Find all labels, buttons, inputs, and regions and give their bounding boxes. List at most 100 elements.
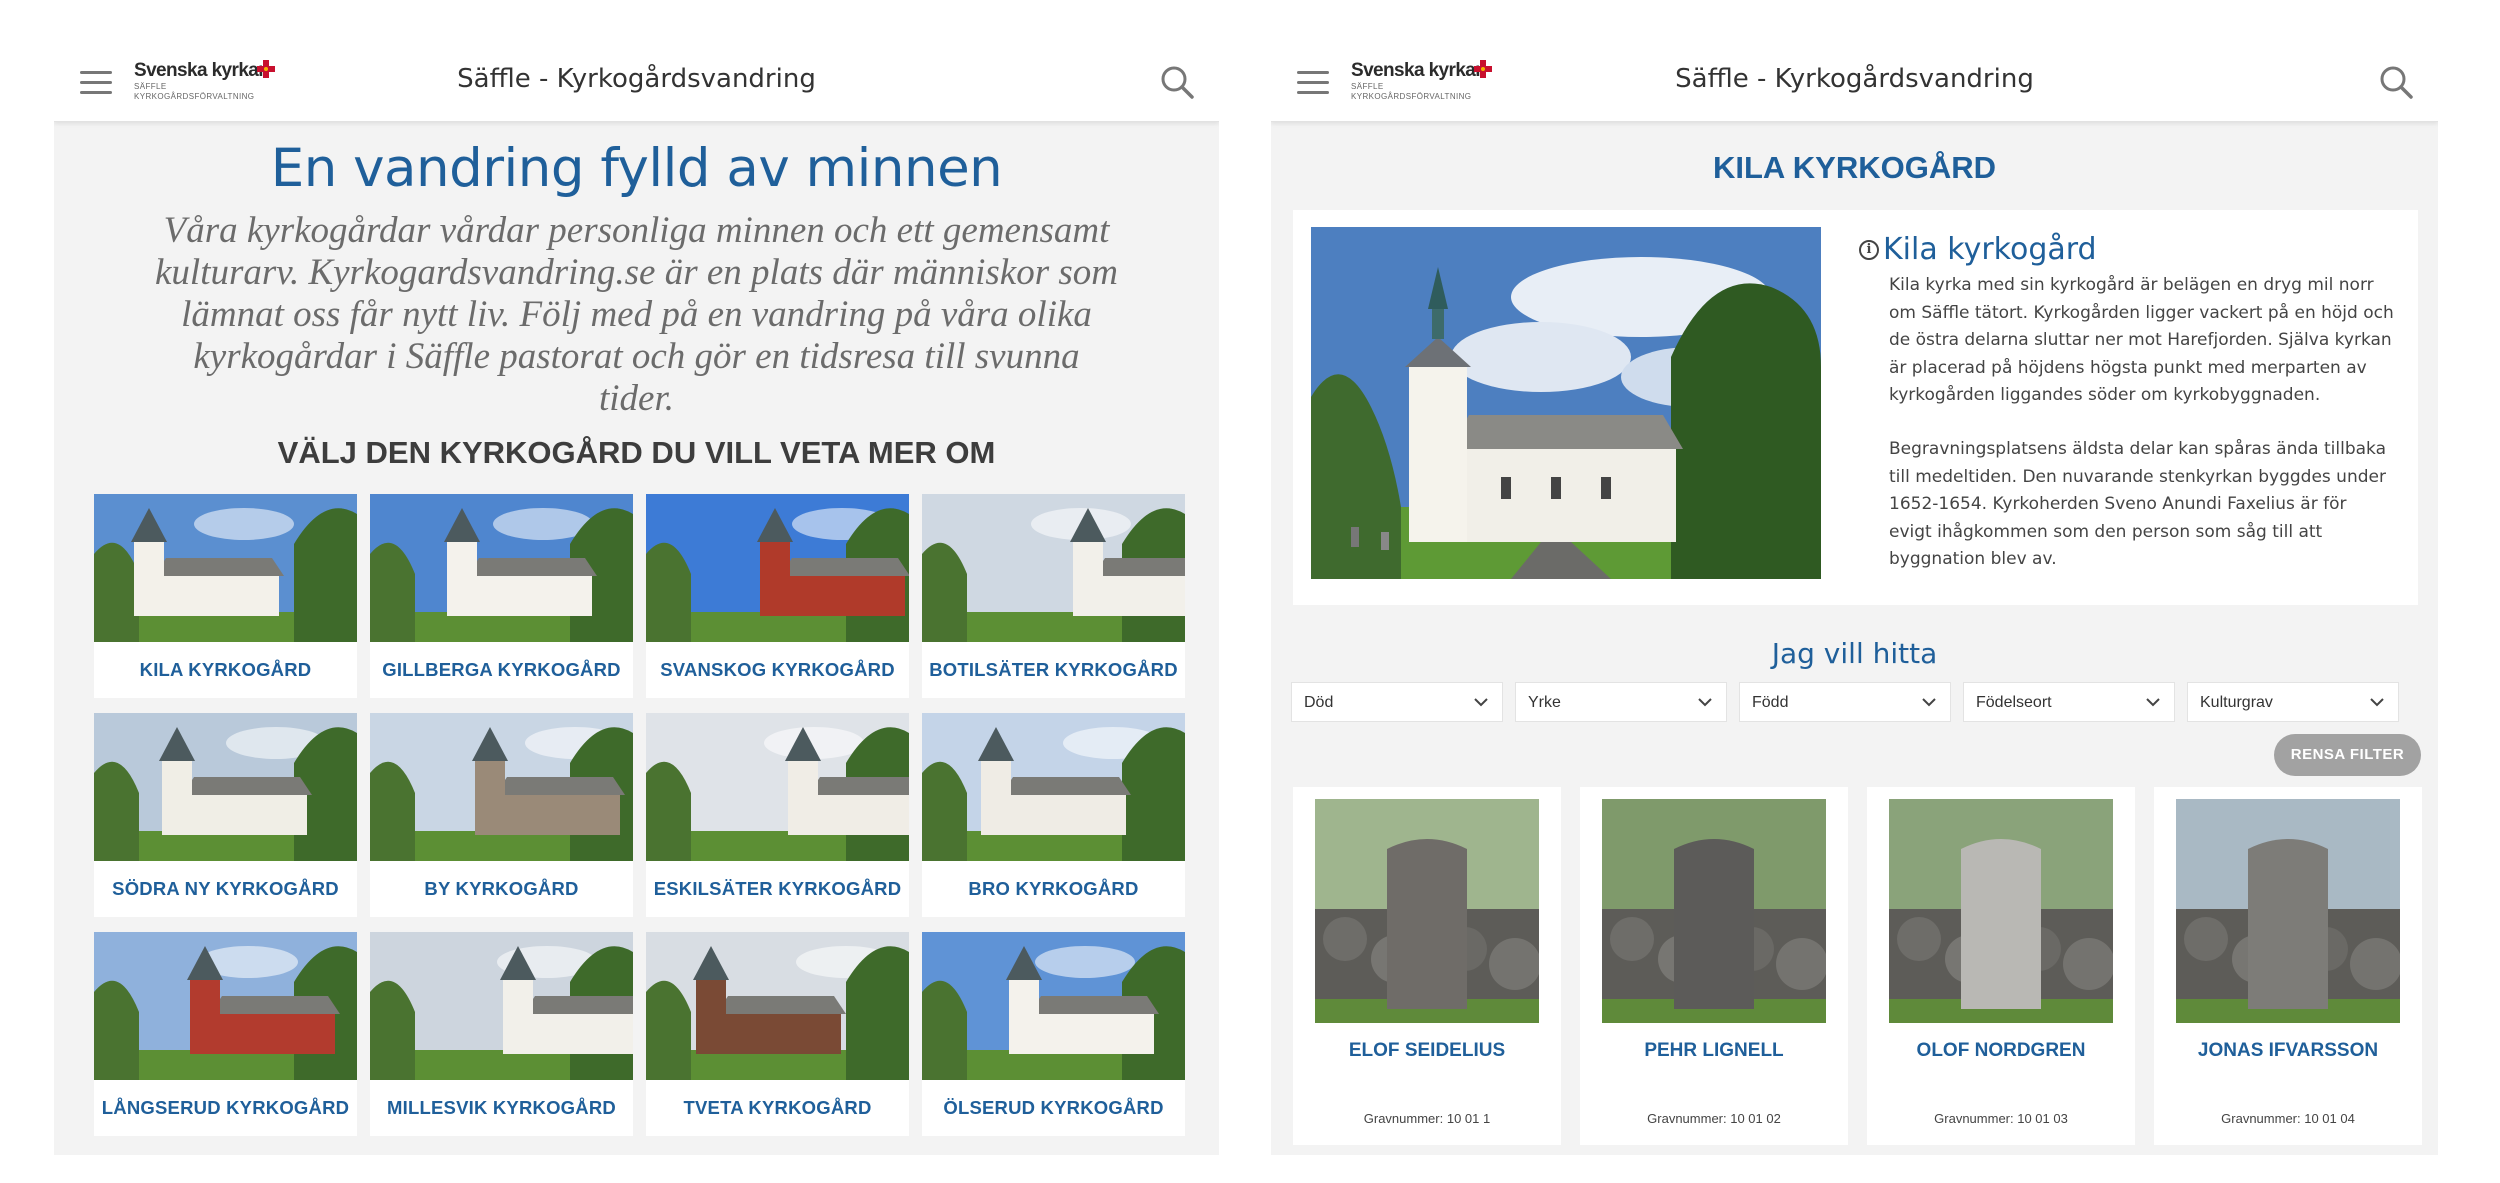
logo-subtitle: SÄFFLE KYRKOGÅRDSFÖRVALTNING (1351, 82, 1471, 102)
home-panel: Svenska kyrkan SÄFFLE KYRKOGÅRDSFÖRVALTN… (54, 42, 1219, 1155)
chevron-down-icon (1474, 698, 1488, 707)
cemetery-photo (94, 932, 357, 1080)
cemetery-photo (370, 932, 633, 1080)
filter-fodelseort[interactable]: Födelseort (1963, 682, 2175, 722)
cross-icon (257, 60, 275, 78)
chevron-down-icon (2370, 698, 2384, 707)
grave-name: ELOF SEIDELIUS (1348, 1040, 1506, 1061)
cemetery-grid: KILA KYRKOGÅRD GILLBERGA KYRKOGÅRD SVANSKO… (94, 494, 1185, 1144)
cemetery-card[interactable]: GILLBERGA KYRKOGÅRD (370, 494, 633, 698)
cemetery-card[interactable]: ÖLSERUD KYRKOGÅRD (922, 932, 1185, 1136)
filter-kulturgrav[interactable]: Kulturgrav (2187, 682, 2399, 722)
grave-card[interactable]: OLOF NORDGREN Gravnummer: 10 01 03 (1867, 787, 2135, 1145)
search-icon[interactable] (2376, 62, 2416, 102)
cemetery-photo (94, 494, 357, 642)
grave-list: ELOF SEIDELIUS Gravnummer: 10 01 1 PEHR LI… (1293, 787, 2423, 1147)
hero-text: Våra kyrkogårdar vårdar personliga minne… (155, 210, 1118, 419)
cemetery-name: KILA KYRKOGÅRD (139, 659, 312, 680)
cross-icon (1474, 60, 1492, 78)
app-header: Svenska kyrkan SÄFFLE KYRKOGÅRDSFÖRVALTN… (1271, 42, 2438, 122)
cemetery-card[interactable]: LÅNGSERUD KYRKOGÅRD (94, 932, 357, 1136)
reset-filter-button[interactable]: RENSA FILTER (2274, 734, 2421, 776)
grave-photo (1315, 799, 1539, 1023)
grave-number: Gravnummer: 10 01 04 (2221, 1111, 2355, 1126)
grave-photo (2176, 799, 2400, 1023)
cemetery-photo (922, 932, 1185, 1080)
logo-name: Svenska kyrkan (134, 60, 270, 81)
logo[interactable]: Svenska kyrkan SÄFFLE KYRKOGÅRDSFÖRVALTN… (134, 60, 314, 104)
grave-name: JONAS IFVARSSON (2197, 1040, 2379, 1061)
cemetery-name: TVETA KYRKOGÅRD (683, 1097, 872, 1118)
cemetery-photo (646, 494, 909, 642)
filter-bar: Död Yrke Född Födelseort Kulturgrav (1291, 682, 2421, 722)
logo[interactable]: Svenska kyrkan SÄFFLE KYRKOGÅRDSFÖRVALTN… (1351, 60, 1531, 104)
cemetery-name: SÖDRA NY KYRKOGÅRD (112, 878, 339, 899)
hero-title: En vandring fylld av minnen (270, 138, 1003, 199)
filter-fodd[interactable]: Född (1739, 682, 1951, 722)
cemetery-card[interactable]: BY KYRKOGÅRD (370, 713, 633, 917)
grave-name: PEHR LIGNELL (1644, 1040, 1784, 1061)
cemetery-card[interactable]: BOTILSÄTER KYRKOGÅRD (922, 494, 1185, 698)
find-heading: Jag vill hitta (1771, 637, 1938, 670)
cemetery-photo (94, 713, 357, 861)
cemetery-detail-panel: Svenska kyrkan SÄFFLE KYRKOGÅRDSFÖRVALTN… (1271, 42, 2438, 1155)
cemetery-card[interactable]: MILLESVIK KYRKOGÅRD (370, 932, 633, 1136)
grave-card[interactable]: ELOF SEIDELIUS Gravnummer: 10 01 1 (1293, 787, 1561, 1145)
cemetery-photo (370, 494, 633, 642)
logo-name: Svenska kyrkan (1351, 60, 1487, 81)
cemetery-card[interactable]: BRO KYRKOGÅRD (922, 713, 1185, 917)
cemetery-photo (646, 713, 909, 861)
filter-label: Kulturgrav (2200, 694, 2273, 711)
grave-number: Gravnummer: 10 01 03 (1934, 1111, 2068, 1126)
info-heading: Kila kyrkogård (1883, 232, 2097, 267)
menu-icon[interactable] (80, 68, 112, 96)
chevron-down-icon (1698, 698, 1712, 707)
grave-number: Gravnummer: 10 01 1 (1363, 1111, 1491, 1126)
cemetery-photo (646, 932, 909, 1080)
cemetery-card[interactable]: SVANSKOG KYRKOGÅRD (646, 494, 909, 698)
grave-card[interactable]: JONAS IFVARSSON Gravnummer: 10 01 04 (2154, 787, 2422, 1145)
info-card: i Kila kyrkogård Kila kyrka med sin kyrk… (1293, 210, 2418, 605)
cemetery-photo (922, 494, 1185, 642)
cemetery-name: ESKILSÄTER KYRKOGÅRD (653, 878, 902, 899)
cemetery-card[interactable]: KILA KYRKOGÅRD (94, 494, 357, 698)
cemetery-card[interactable]: SÖDRA NY KYRKOGÅRD (94, 713, 357, 917)
logo-sub-line-1: SÄFFLE (1351, 82, 1384, 91)
cemetery-name: LÅNGSERUD KYRKOGÅRD (101, 1097, 350, 1118)
grave-photo (1602, 799, 1826, 1023)
logo-subtitle: SÄFFLE KYRKOGÅRDSFÖRVALTNING (134, 82, 254, 102)
filter-label: Yrke (1528, 694, 1561, 711)
logo-sub-line-1: SÄFFLE (134, 82, 167, 91)
filter-label: Död (1304, 694, 1334, 711)
cemetery-card[interactable]: ESKILSÄTER KYRKOGÅRD (646, 713, 909, 917)
church-photo (1311, 227, 1821, 579)
info-paragraph-1: Kila kyrka med sin kyrkogård är belägen … (1889, 275, 2394, 405)
chevron-down-icon (1922, 698, 1936, 707)
menu-icon[interactable] (1297, 68, 1329, 96)
filter-yrke[interactable]: Yrke (1515, 682, 1727, 722)
cemetery-photo (922, 713, 1185, 861)
cemetery-name: BRO KYRKOGÅRD (968, 878, 1139, 899)
app-header: Svenska kyrkan SÄFFLE KYRKOGÅRDSFÖRVALTN… (54, 42, 1219, 122)
logo-sub-line-2: KYRKOGÅRDSFÖRVALTNING (1351, 92, 1472, 101)
grave-name: OLOF NORDGREN (1916, 1040, 2086, 1061)
grave-card[interactable]: PEHR LIGNELL Gravnummer: 10 01 02 (1580, 787, 1848, 1145)
info-paragraph-2: Begravningsplatsens äldsta delar kan spå… (1889, 439, 2386, 569)
logo-sub-line-2: KYRKOGÅRDSFÖRVALTNING (134, 92, 255, 101)
cemetery-name: BY KYRKOGÅRD (424, 878, 579, 899)
church-title: KILA KYRKOGÅRD (1712, 150, 1996, 185)
section-heading: VÄLJ DEN KYRKOGÅRD DU VILL VETA MER OM (277, 435, 996, 470)
grave-photo (1889, 799, 2113, 1023)
filter-dod[interactable]: Död (1291, 682, 1503, 722)
search-icon[interactable] (1157, 62, 1197, 102)
cemetery-card[interactable]: TVETA KYRKOGÅRD (646, 932, 909, 1136)
filter-label: Född (1752, 694, 1789, 711)
cemetery-photo (370, 713, 633, 861)
info-icon: i (1859, 240, 1879, 260)
cemetery-name: ÖLSERUD KYRKOGÅRD (943, 1097, 1164, 1118)
cemetery-name: GILLBERGA KYRKOGÅRD (382, 659, 621, 680)
chevron-down-icon (2146, 698, 2160, 707)
filter-label: Födelseort (1976, 694, 2052, 711)
cemetery-name: SVANSKOG KYRKOGÅRD (660, 659, 895, 680)
cemetery-name: MILLESVIK KYRKOGÅRD (387, 1097, 616, 1118)
